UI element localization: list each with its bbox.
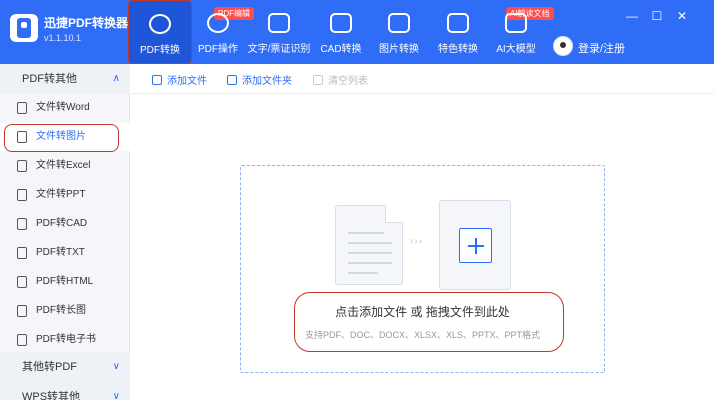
sidebar: PDF转其他 ∧ 文件转Word 文件转图片 文件转Excel 文件转PPT P… bbox=[0, 64, 130, 400]
tab-special-convert[interactable]: 特色转换 bbox=[426, 0, 490, 64]
doc-line bbox=[348, 232, 384, 234]
sidebar-item-label: 文件转Excel bbox=[36, 160, 91, 171]
plus-icon bbox=[459, 228, 492, 263]
convert-icon bbox=[149, 14, 171, 34]
word-icon bbox=[17, 102, 27, 114]
group-label: WPS转其他 bbox=[22, 391, 81, 400]
top-bar: 迅捷PDF转换器 v1.1.10.1 PDF转换 PDF编辑 PDF操作 文字/… bbox=[0, 0, 714, 64]
group-label: 其他转PDF bbox=[22, 361, 77, 373]
html-icon bbox=[17, 276, 27, 288]
sidebar-item-pdf-to-txt[interactable]: PDF转TXT bbox=[0, 239, 130, 267]
ppt-icon bbox=[17, 189, 27, 201]
close-button[interactable]: ✕ bbox=[672, 8, 692, 24]
doc-line bbox=[348, 242, 392, 244]
sidebar-item-label: 文件转PPT bbox=[36, 189, 86, 200]
sidebar-item-label: 文件转Word bbox=[36, 102, 90, 113]
sidebar-item-label: PDF转电子书 bbox=[36, 334, 96, 345]
cad-icon bbox=[330, 13, 352, 33]
add-file-button[interactable]: 添加文件 bbox=[152, 72, 207, 87]
sidebar-item-file-to-ppt[interactable]: 文件转PPT bbox=[0, 181, 130, 209]
tab-label: 特色转换 bbox=[438, 44, 478, 55]
tab-label: 图片转换 bbox=[379, 44, 419, 55]
star-icon bbox=[447, 13, 469, 33]
sidebar-item-pdf-to-html[interactable]: PDF转HTML bbox=[0, 268, 130, 296]
file-toolbar: 添加文件 添加文件夹 清空列表 bbox=[131, 64, 714, 94]
sidebar-item-pdf-to-long-image[interactable]: PDF转长图 bbox=[0, 297, 130, 325]
scan-icon bbox=[268, 13, 290, 33]
doc-fold bbox=[385, 205, 403, 223]
login-button[interactable]: 登录/注册 bbox=[578, 40, 625, 56]
button-label: 清空列表 bbox=[328, 76, 368, 87]
tab-pdf-convert[interactable]: PDF转换 bbox=[128, 0, 192, 64]
tab-ai-model[interactable]: AI解读文档 AI大模型 bbox=[484, 0, 554, 64]
sidebar-item-file-to-excel[interactable]: 文件转Excel bbox=[0, 152, 130, 180]
add-folder-icon bbox=[227, 75, 237, 85]
sidebar-group-pdf-to-other[interactable]: PDF转其他 ∧ bbox=[0, 64, 130, 94]
tab-pdf-operate[interactable]: PDF编辑 PDF操作 bbox=[186, 0, 254, 64]
annotation-highlight bbox=[294, 292, 564, 352]
image-icon bbox=[388, 13, 410, 33]
add-file-icon bbox=[152, 75, 162, 85]
excel-icon bbox=[17, 160, 27, 172]
sidebar-item-label: PDF转TXT bbox=[36, 247, 85, 258]
tab-label: PDF操作 bbox=[198, 44, 238, 55]
plus-bar bbox=[475, 238, 477, 254]
add-file-card[interactable] bbox=[439, 200, 511, 290]
sidebar-group-wps-to-other[interactable]: WPS转其他 ∨ bbox=[0, 382, 130, 400]
chevron-up-icon: ∧ bbox=[112, 73, 120, 84]
clear-list-button[interactable]: 清空列表 bbox=[313, 72, 368, 87]
sidebar-item-pdf-to-cad[interactable]: PDF转CAD bbox=[0, 210, 130, 238]
doc-line bbox=[348, 252, 392, 254]
document-icon bbox=[335, 205, 403, 285]
minimize-button[interactable]: — bbox=[622, 8, 642, 24]
app-title: 迅捷PDF转换器 bbox=[44, 16, 129, 30]
sidebar-item-label: PDF转HTML bbox=[36, 276, 94, 287]
tab-label: 文字/票证识别 bbox=[247, 44, 311, 55]
cad-icon bbox=[17, 218, 27, 230]
app-logo bbox=[10, 14, 38, 42]
ai-icon bbox=[505, 13, 527, 33]
group-label: PDF转其他 bbox=[22, 73, 77, 85]
sidebar-item-label: PDF转CAD bbox=[36, 218, 88, 229]
tab-cad-convert[interactable]: CAD转换 bbox=[309, 0, 373, 64]
tab-label: AI大模型 bbox=[496, 44, 536, 55]
add-folder-button[interactable]: 添加文件夹 bbox=[227, 72, 292, 87]
operate-icon bbox=[207, 13, 229, 33]
tab-label: PDF转换 bbox=[140, 45, 180, 56]
pdf-logo-icon bbox=[17, 18, 31, 38]
long-image-icon bbox=[17, 305, 27, 317]
restore-button[interactable]: ☐ bbox=[647, 8, 667, 24]
chevron-down-icon: ∨ bbox=[112, 391, 120, 400]
sidebar-item-file-to-word[interactable]: 文件转Word bbox=[0, 94, 130, 122]
arrow-right-icon: ››› bbox=[410, 236, 423, 247]
ebook-icon bbox=[17, 334, 27, 346]
annotation-highlight bbox=[4, 124, 119, 152]
sidebar-item-label: PDF转长图 bbox=[36, 305, 86, 316]
tab-label: CAD转换 bbox=[320, 44, 362, 55]
button-label: 添加文件 bbox=[167, 76, 207, 87]
tab-ocr[interactable]: 文字/票证识别 bbox=[247, 0, 311, 64]
trash-icon bbox=[313, 75, 323, 85]
doc-line bbox=[348, 262, 392, 264]
doc-line bbox=[348, 272, 378, 274]
chevron-down-icon: ∨ bbox=[112, 361, 120, 372]
button-label: 添加文件夹 bbox=[242, 76, 292, 87]
avatar[interactable] bbox=[553, 36, 573, 56]
txt-icon bbox=[17, 247, 27, 259]
tab-image-convert[interactable]: 图片转换 bbox=[367, 0, 431, 64]
sidebar-group-other-to-pdf[interactable]: 其他转PDF ∨ bbox=[0, 352, 130, 382]
sidebar-item-pdf-to-ebook[interactable]: PDF转电子书 bbox=[0, 326, 130, 354]
app-version: v1.1.10.1 bbox=[44, 33, 82, 43]
